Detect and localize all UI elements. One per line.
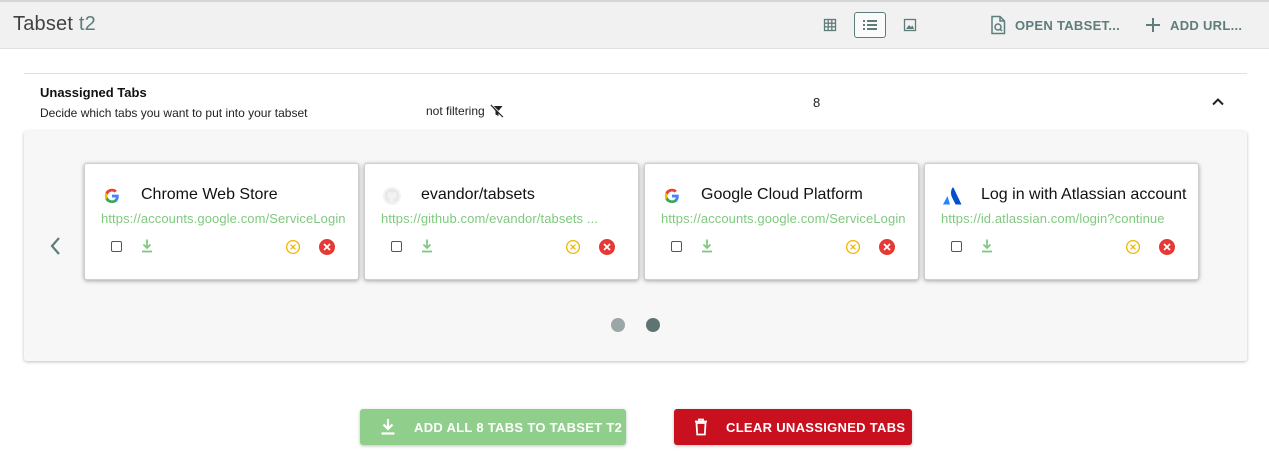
open-tabset-label: OPEN TABSET...	[1015, 17, 1121, 33]
delete-tab-icon[interactable]	[1158, 238, 1176, 256]
select-checkbox[interactable]	[951, 241, 962, 252]
tab-url[interactable]: https://id.atlassian.com/login?continue	[941, 211, 1191, 226]
panel-title: Unassigned Tabs	[40, 85, 147, 100]
download-icon	[381, 419, 395, 435]
filter-label: not filtering	[426, 104, 485, 118]
tab-count: 8	[813, 95, 821, 110]
trash-icon	[695, 418, 707, 436]
delete-tab-icon[interactable]	[318, 238, 336, 256]
add-url-label: ADD URL...	[1170, 17, 1243, 33]
add-all-label: ADD ALL 8 TABS TO TABSET T2	[414, 419, 623, 435]
atlassian-icon	[942, 185, 962, 207]
carousel-page-dot-1[interactable]	[611, 318, 625, 332]
image-view-button[interactable]	[894, 12, 926, 38]
download-icon[interactable]	[140, 238, 154, 254]
tab-card[interactable]: Log in with Atlassian account https://id…	[924, 163, 1199, 280]
download-icon[interactable]	[980, 238, 994, 254]
github-icon	[382, 185, 402, 207]
google-icon	[102, 185, 122, 207]
clear-label: CLEAR UNASSIGNED TABS	[726, 419, 906, 435]
tab-url[interactable]: https://accounts.google.com/ServiceLogin	[101, 211, 351, 226]
delete-tab-icon[interactable]	[598, 238, 616, 256]
delete-tab-icon[interactable]	[878, 238, 896, 256]
title-tabset-name: t2	[78, 13, 96, 35]
tab-title: Log in with Atlassian account	[981, 186, 1187, 203]
tab-card[interactable]: evandor/tabsets https://github.com/evand…	[364, 163, 639, 280]
grid-icon	[823, 18, 837, 32]
page-title: Tabset t2	[13, 13, 96, 36]
clear-unassigned-button[interactable]: CLEAR UNASSIGNED TABS	[674, 409, 912, 445]
add-all-tabs-button[interactable]: ADD ALL 8 TABS TO TABSET T2	[360, 409, 626, 445]
list-icon	[863, 20, 877, 30]
file-open-icon	[991, 15, 1006, 35]
unassigned-tabs-header[interactable]: Unassigned Tabs Decide which tabs you wa…	[24, 73, 1247, 129]
tab-title: Google Cloud Platform	[701, 186, 863, 203]
title-main: Tabset	[13, 13, 74, 35]
carousel-page-dot-2[interactable]	[646, 318, 660, 332]
close-tab-icon[interactable]	[1125, 239, 1141, 255]
list-view-button[interactable]	[854, 12, 886, 38]
close-tab-icon[interactable]	[565, 239, 581, 255]
close-tab-icon[interactable]	[845, 239, 861, 255]
filter-off-icon	[490, 104, 504, 118]
tab-title: evandor/tabsets	[421, 186, 535, 203]
select-checkbox[interactable]	[111, 241, 122, 252]
top-toolbar: Tabset t2 OPEN TABSET... ADD URL...	[0, 0, 1269, 49]
tab-url[interactable]: https://accounts.google.com/ServiceLogin	[661, 211, 911, 226]
tab-title: Chrome Web Store	[141, 186, 278, 203]
download-icon[interactable]	[420, 238, 434, 254]
chevron-up-icon[interactable]	[1210, 94, 1226, 110]
add-url-button[interactable]: ADD URL...	[1144, 14, 1242, 36]
close-tab-icon[interactable]	[285, 239, 301, 255]
tabs-carousel: Chrome Web Store https://accounts.google…	[24, 131, 1247, 361]
tab-card[interactable]: Google Cloud Platform https://accounts.g…	[644, 163, 919, 280]
select-checkbox[interactable]	[671, 241, 682, 252]
select-checkbox[interactable]	[391, 241, 402, 252]
open-tabset-button[interactable]: OPEN TABSET...	[989, 14, 1120, 36]
tab-card[interactable]: Chrome Web Store https://accounts.google…	[84, 163, 359, 280]
image-icon	[903, 18, 917, 32]
google-icon	[662, 185, 682, 207]
grid-view-button[interactable]	[814, 12, 846, 38]
tab-url[interactable]: https://github.com/evandor/tabsets ...	[381, 211, 631, 226]
download-icon[interactable]	[700, 238, 714, 254]
chevron-left-icon[interactable]	[48, 235, 64, 257]
filter-status[interactable]: not filtering	[426, 104, 504, 118]
panel-caption: Decide which tabs you want to put into y…	[40, 106, 308, 120]
plus-icon	[1146, 18, 1160, 32]
